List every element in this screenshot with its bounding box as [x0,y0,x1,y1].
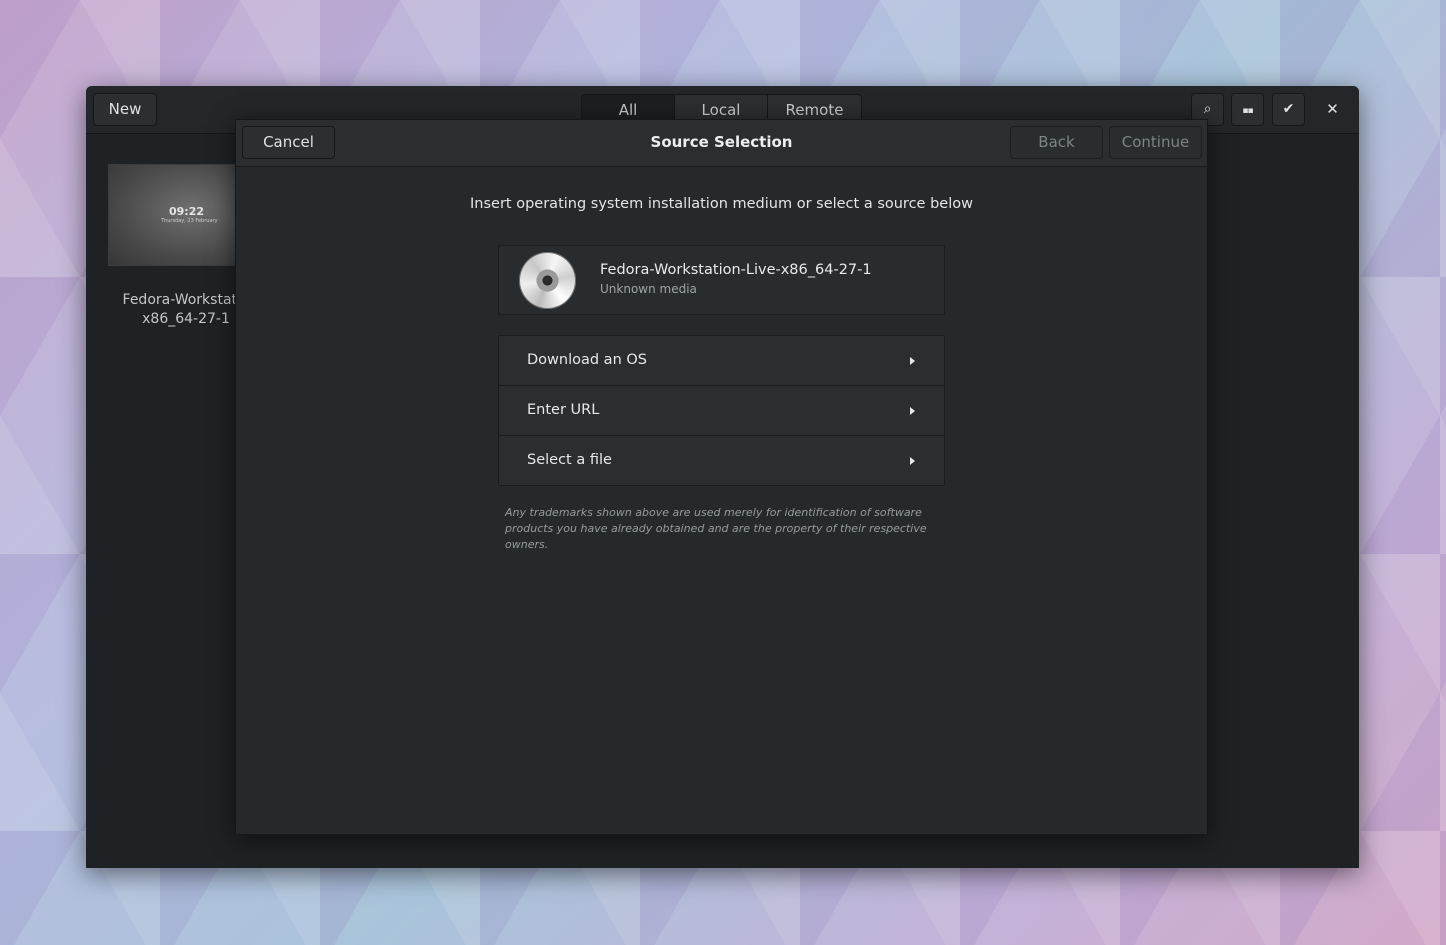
trademark-notice: Any trademarks shown above are used mere… [505,506,927,551]
continue-button[interactable]: Continue [1109,126,1202,159]
source-label: Download an OS [527,352,647,368]
thumbnail-date: Thursday, 23 February [161,218,218,224]
optical-disc-icon [519,252,576,309]
source-list: Download an OS Enter URL Select a file [498,335,945,486]
source-label: Enter URL [527,402,600,418]
close-icon: ✕ [1326,100,1339,118]
chevron-right-icon [910,457,915,465]
chevron-right-icon [910,407,915,415]
new-button[interactable]: New [93,93,157,126]
chevron-right-icon [910,357,915,365]
back-button[interactable]: Back [1010,126,1103,159]
source-download-os[interactable]: Download an OS [499,336,944,386]
media-subtitle: Unknown media [600,282,697,296]
source-selection-dialog: Source Selection Cancel Back Continue In… [235,119,1208,835]
search-icon: ⌕ [1203,101,1212,117]
media-item[interactable]: Fedora-Workstation-Live-x86_64-27-1 Unkn… [498,245,945,315]
thumbnail-clock: 09:22 [169,205,205,218]
checkmark-icon: ✔ [1282,101,1295,117]
media-name: Fedora-Workstation-Live-x86_64-27-1 [600,262,872,278]
list-view-icon: ▪▪ [1242,106,1253,116]
selection-mode-button[interactable]: ✔ [1272,93,1305,126]
window-close-button[interactable]: ✕ [1316,93,1349,126]
source-select-file[interactable]: Select a file [499,436,944,485]
source-label: Select a file [527,452,612,468]
instructions-text: Insert operating system installation med… [470,196,973,212]
cancel-button[interactable]: Cancel [242,126,335,159]
view-mode-button[interactable]: ▪▪ [1231,93,1264,126]
dialog-header-bar: Source Selection Cancel Back Continue [236,120,1207,167]
source-enter-url[interactable]: Enter URL [499,386,944,436]
